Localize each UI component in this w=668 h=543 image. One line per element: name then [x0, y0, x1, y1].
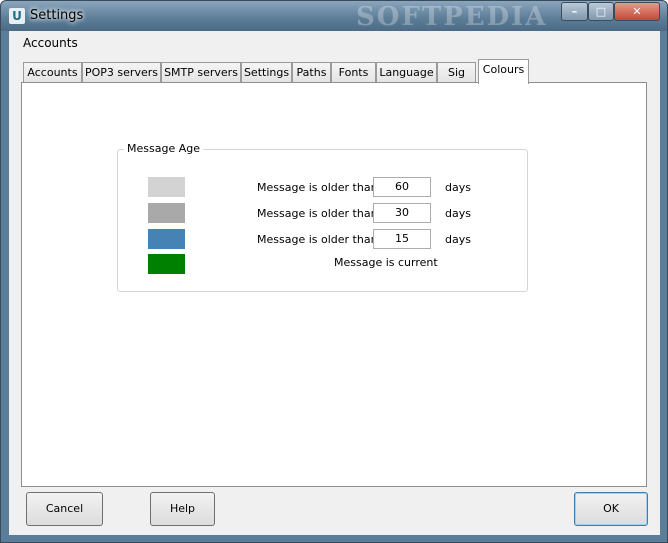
colours-tab-panel: Message Age Message is older than 60 day…: [21, 82, 647, 487]
app-icon[interactable]: U: [9, 8, 25, 24]
days-unit-30: days: [445, 207, 471, 220]
age-30-input[interactable]: 30: [373, 203, 431, 223]
older-than-30-label: Message is older than: [257, 207, 378, 220]
window-title: Settings: [30, 8, 84, 23]
dialog-body: Accounts Accounts POP3 servers SMTP serv…: [9, 31, 660, 535]
tab-paths[interactable]: Paths: [292, 62, 331, 83]
close-button[interactable]: ✕: [614, 2, 660, 21]
older-than-60-label: Message is older than: [257, 181, 378, 194]
colour-swatch-15-days[interactable]: [148, 229, 185, 249]
tab-settings[interactable]: Settings: [241, 62, 292, 83]
cancel-button[interactable]: Cancel: [26, 492, 103, 526]
tab-fonts[interactable]: Fonts: [331, 62, 376, 83]
older-than-15-label: Message is older than: [257, 233, 378, 246]
settings-window: SOFTPEDIA U Settings – □ ✕ Accounts Acco…: [0, 0, 668, 543]
colour-swatch-30-days[interactable]: [148, 203, 185, 223]
message-current-label: Message is current: [334, 256, 438, 269]
title-bar[interactable]: SOFTPEDIA U Settings – □ ✕: [1, 1, 667, 32]
ok-button[interactable]: OK: [574, 492, 648, 526]
days-unit-60: days: [445, 181, 471, 194]
message-age-label: Message Age: [124, 142, 203, 155]
maximize-button[interactable]: □: [588, 2, 614, 21]
help-button[interactable]: Help: [150, 492, 215, 526]
tab-pop3-servers[interactable]: POP3 servers: [82, 62, 161, 83]
age-60-input[interactable]: 60: [373, 177, 431, 197]
colour-swatch-current[interactable]: [148, 254, 185, 274]
age-15-input[interactable]: 15: [373, 229, 431, 249]
days-unit-15: days: [445, 233, 471, 246]
tab-smtp-servers[interactable]: SMTP servers: [161, 62, 241, 83]
tab-sig[interactable]: Sig: [437, 62, 476, 83]
watermark: SOFTPEDIA: [356, 2, 548, 32]
tab-colours[interactable]: Colours: [478, 59, 529, 84]
colour-swatch-60-days[interactable]: [148, 177, 185, 197]
message-age-group: Message Age Message is older than 60 day…: [117, 142, 528, 292]
minimize-button[interactable]: –: [561, 2, 588, 21]
section-title: Accounts: [23, 36, 78, 50]
tab-language[interactable]: Language: [376, 62, 437, 83]
tab-accounts[interactable]: Accounts: [23, 62, 82, 83]
